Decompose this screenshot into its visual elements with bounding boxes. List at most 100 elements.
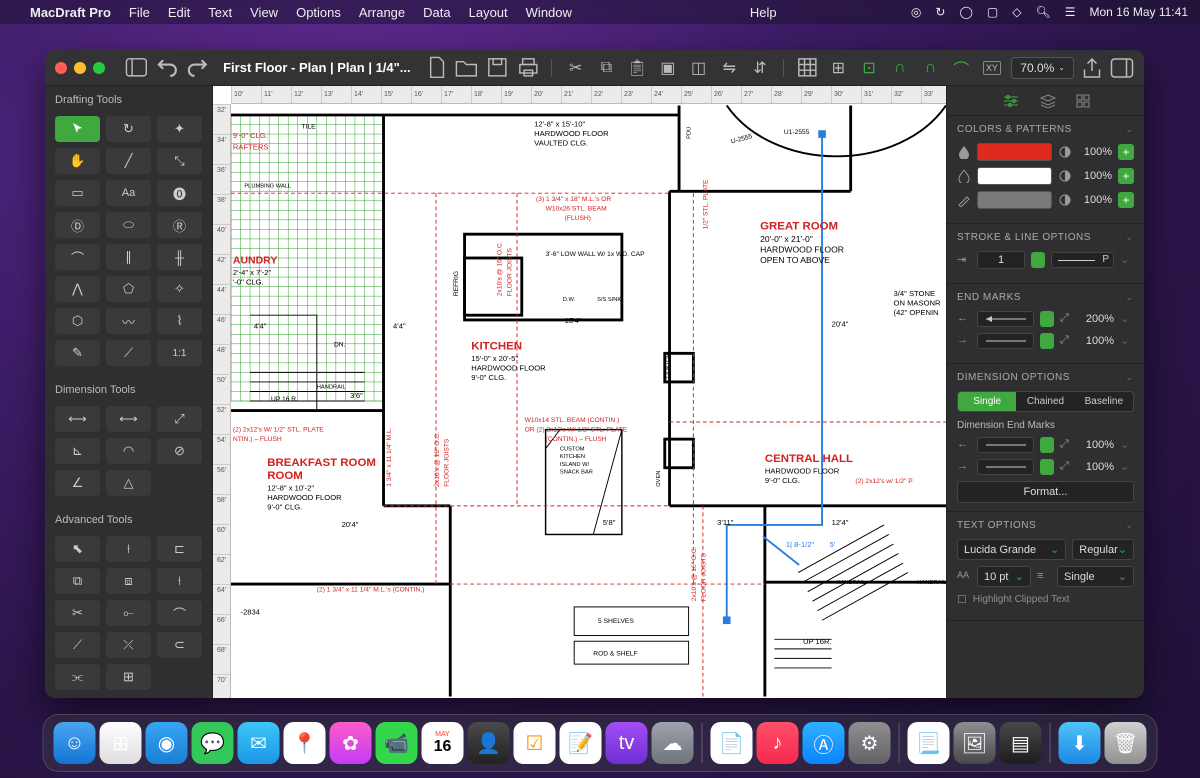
adv-select-tool[interactable]: ⬉ xyxy=(55,536,100,562)
adv-fillet-tool[interactable]: ⌒ xyxy=(157,600,202,626)
menu-arrange[interactable]: Arrange xyxy=(359,5,405,20)
scale-tool[interactable]: 1:1 xyxy=(157,340,202,366)
dim-radius-tool[interactable]: ◠ xyxy=(106,438,151,464)
eyedropper-tool[interactable]: ✎ xyxy=(55,340,100,366)
stepper-icon[interactable]: ⌄ xyxy=(1120,460,1134,474)
adv-extend-tool[interactable]: ⟜ xyxy=(106,600,151,626)
fullscreen-button[interactable] xyxy=(93,62,105,74)
dim-start-scale[interactable]: 100% xyxy=(1080,439,1114,451)
undo-icon[interactable] xyxy=(156,56,179,80)
menu-layout[interactable]: Layout xyxy=(469,5,508,20)
polyline-tool[interactable]: ⋀ xyxy=(55,276,100,302)
minimize-button[interactable] xyxy=(74,62,86,74)
chevron-down-icon[interactable]: ⌄ xyxy=(1125,232,1134,243)
zoom-select[interactable]: 70.0%⌄ xyxy=(1011,57,1074,79)
appstore-app[interactable]: Ⓐ xyxy=(803,722,845,764)
share-icon[interactable] xyxy=(1080,56,1104,80)
menu-window[interactable]: Window xyxy=(526,5,572,20)
stepper-icon[interactable]: ⌄ xyxy=(1120,312,1134,326)
end-mark-stepper[interactable] xyxy=(1040,333,1054,349)
user-icon[interactable]: ◯ xyxy=(959,5,972,19)
drawing-canvas[interactable]: GREAT ROOM 20'-0" x 21'-0" HARDWOOD FLOO… xyxy=(231,104,946,698)
adv-knife-tool[interactable]: ⟊ xyxy=(106,536,151,562)
measure-tool[interactable]: ⟋ xyxy=(106,340,151,366)
line-style-select[interactable]: P xyxy=(1051,252,1114,268)
pen-opacity[interactable]: 100% xyxy=(1078,194,1112,206)
wifi-icon[interactable]: ◇ xyxy=(1012,5,1021,19)
cc-icon[interactable]: ◎ xyxy=(911,5,921,19)
flip-v-icon[interactable]: ⇵ xyxy=(749,56,772,80)
calendar-app[interactable]: MAY16 xyxy=(422,722,464,764)
snap-green1-icon[interactable]: ⊡ xyxy=(858,56,881,80)
contacts-app[interactable]: 👤 xyxy=(468,722,510,764)
parallel-tool[interactable]: ∥ xyxy=(106,244,151,270)
print-icon[interactable] xyxy=(517,56,540,80)
marker-tool[interactable]: ⬡ xyxy=(55,308,100,334)
tab-grid[interactable] xyxy=(1076,94,1090,108)
fill-color-swatch[interactable] xyxy=(977,143,1052,161)
notes-app[interactable]: 📝 xyxy=(560,722,602,764)
paste-icon[interactable]: 📋︎ xyxy=(626,56,649,80)
tv-app[interactable]: tv xyxy=(606,722,648,764)
app-name[interactable]: MacDraft Pro xyxy=(30,5,111,20)
pen-color-swatch[interactable] xyxy=(977,191,1052,209)
add-stroke-button[interactable]: + xyxy=(1118,168,1134,184)
podcasts-app[interactable]: ☁ xyxy=(652,722,694,764)
snap-green4-icon[interactable]: ⌒ xyxy=(950,56,973,80)
pages-app[interactable]: 📄 xyxy=(711,722,753,764)
dim-horizontal-tool[interactable]: ⟷ xyxy=(55,406,100,432)
dim-start-stepper[interactable] xyxy=(1040,437,1054,453)
font-weight-select[interactable]: Regular⌄ xyxy=(1072,539,1134,560)
xy-icon[interactable]: XY xyxy=(981,56,1004,80)
menu-view[interactable]: View xyxy=(250,5,278,20)
mail-app[interactable]: ✉ xyxy=(238,722,280,764)
dimension-mode-segment[interactable]: Single Chained Baseline xyxy=(957,391,1134,412)
snap-green2-icon[interactable]: ∩ xyxy=(888,56,911,80)
trash[interactable]: 🗑 xyxy=(1105,722,1147,764)
adv-mirror-tool[interactable]: ⟊ xyxy=(157,568,202,594)
adv-attach-tool[interactable]: ⊏ xyxy=(157,536,202,562)
chevron-down-icon[interactable]: ⌄ xyxy=(1125,372,1134,383)
adv-subtract-tool[interactable]: ⧈ xyxy=(106,568,151,594)
sidebar-toggle-icon[interactable] xyxy=(125,56,148,80)
fill-opacity[interactable]: 100% xyxy=(1078,146,1112,158)
add-pen-button[interactable]: + xyxy=(1118,192,1134,208)
dim-end-scale[interactable]: 100% xyxy=(1080,461,1114,473)
tab-layers[interactable] xyxy=(1040,94,1056,108)
ellipse-tool[interactable]: ⬭ xyxy=(106,212,151,238)
add-fill-button[interactable]: + xyxy=(1118,144,1134,160)
grid-icon[interactable] xyxy=(796,56,819,80)
open-folder-icon[interactable] xyxy=(455,56,478,80)
tab-properties[interactable] xyxy=(1002,94,1020,108)
checkbox-icon[interactable]: ☐ xyxy=(957,593,967,606)
dim-start-mark-select[interactable] xyxy=(977,437,1034,453)
dim-angle-tool[interactable]: ∠ xyxy=(55,470,100,496)
dim-vertical-tool[interactable]: ⟷ xyxy=(106,406,151,432)
group-icon[interactable]: ▣ xyxy=(657,56,680,80)
ungroup-icon[interactable]: ◫ xyxy=(687,56,710,80)
lasso-tool[interactable]: ✦ xyxy=(157,116,202,142)
start-mark-select[interactable] xyxy=(977,311,1034,327)
menu-data[interactable]: Data xyxy=(423,5,450,20)
maps-app[interactable]: 📍 xyxy=(284,722,326,764)
rotate-tool[interactable]: ↻ xyxy=(106,116,151,142)
flip-h-icon[interactable]: ⇋ xyxy=(718,56,741,80)
messages-app[interactable]: 💬 xyxy=(192,722,234,764)
constrained-line-tool[interactable]: ⤡ xyxy=(157,148,202,174)
chevron-down-icon[interactable]: ⌄ xyxy=(1125,292,1134,303)
circle-d-tool[interactable]: Ⓓ xyxy=(55,212,100,238)
chevron-icon[interactable]: ⌄ xyxy=(1120,253,1134,267)
start-mark-scale[interactable]: 200% xyxy=(1080,313,1114,325)
stroke-opacity[interactable]: 100% xyxy=(1078,170,1112,182)
new-doc-icon[interactable] xyxy=(425,56,448,80)
mode-chained[interactable]: Chained xyxy=(1016,392,1074,411)
dim-diameter-tool[interactable]: ⊘ xyxy=(157,438,202,464)
stroke-weight-field[interactable] xyxy=(977,251,1025,269)
save-icon[interactable] xyxy=(486,56,509,80)
chevron-down-icon[interactable]: ⌄ xyxy=(1125,520,1134,531)
battery-icon[interactable]: ▢ xyxy=(987,5,998,19)
pan-tool[interactable]: ✋ xyxy=(55,148,100,174)
pointer-tool[interactable] xyxy=(55,116,100,142)
adv-trim-tool[interactable]: ⤫ xyxy=(106,632,151,658)
redo-icon[interactable] xyxy=(186,56,209,80)
